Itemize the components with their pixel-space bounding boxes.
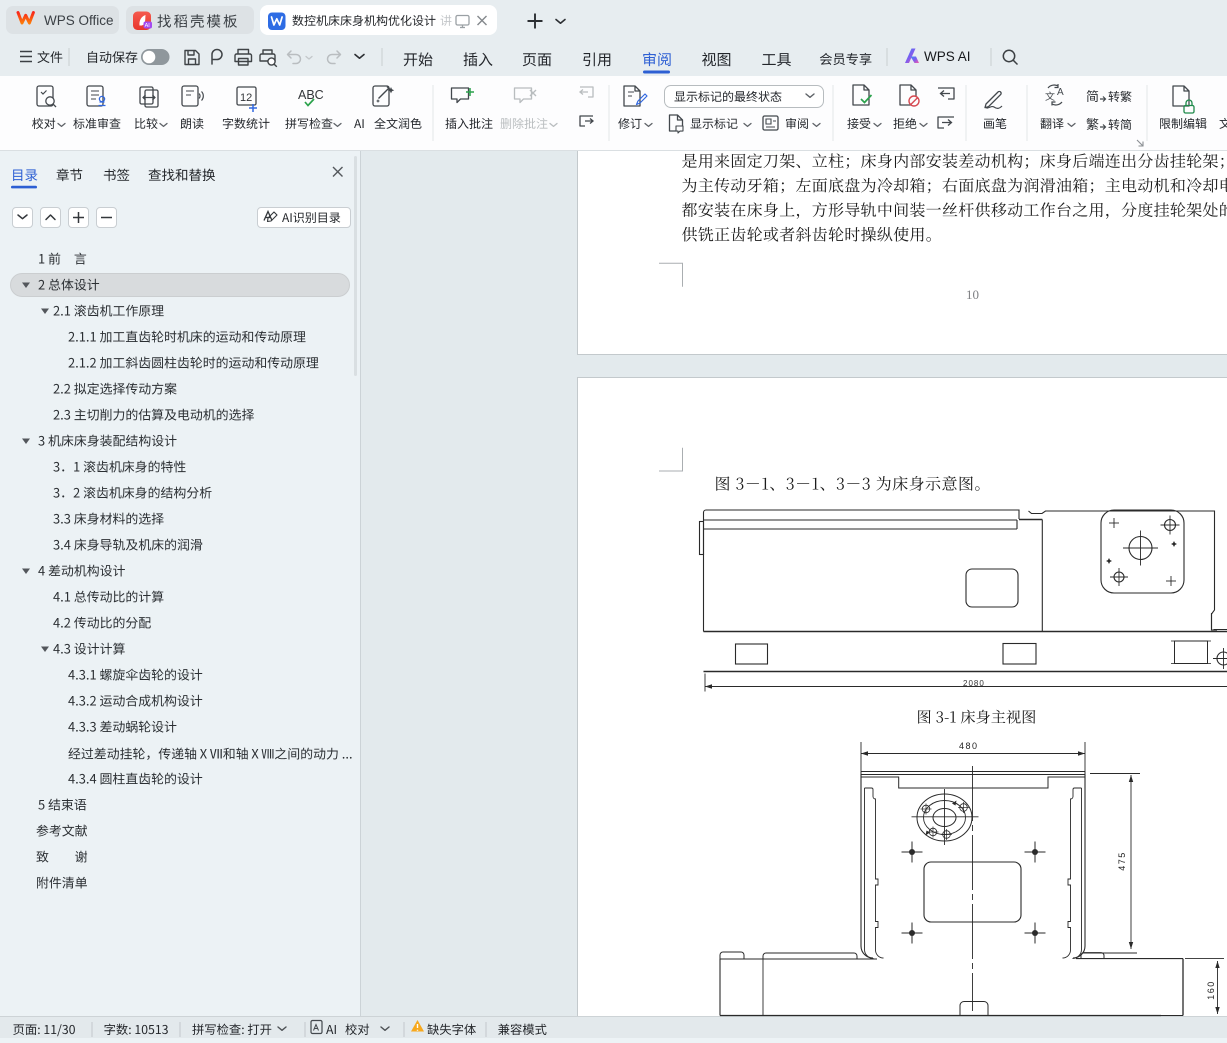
svg-text:ABC: ABC: [298, 88, 324, 102]
svg-text:A: A: [1057, 87, 1064, 98]
svg-text:12: 12: [240, 92, 252, 104]
svg-text:AI: AI: [145, 23, 150, 29]
